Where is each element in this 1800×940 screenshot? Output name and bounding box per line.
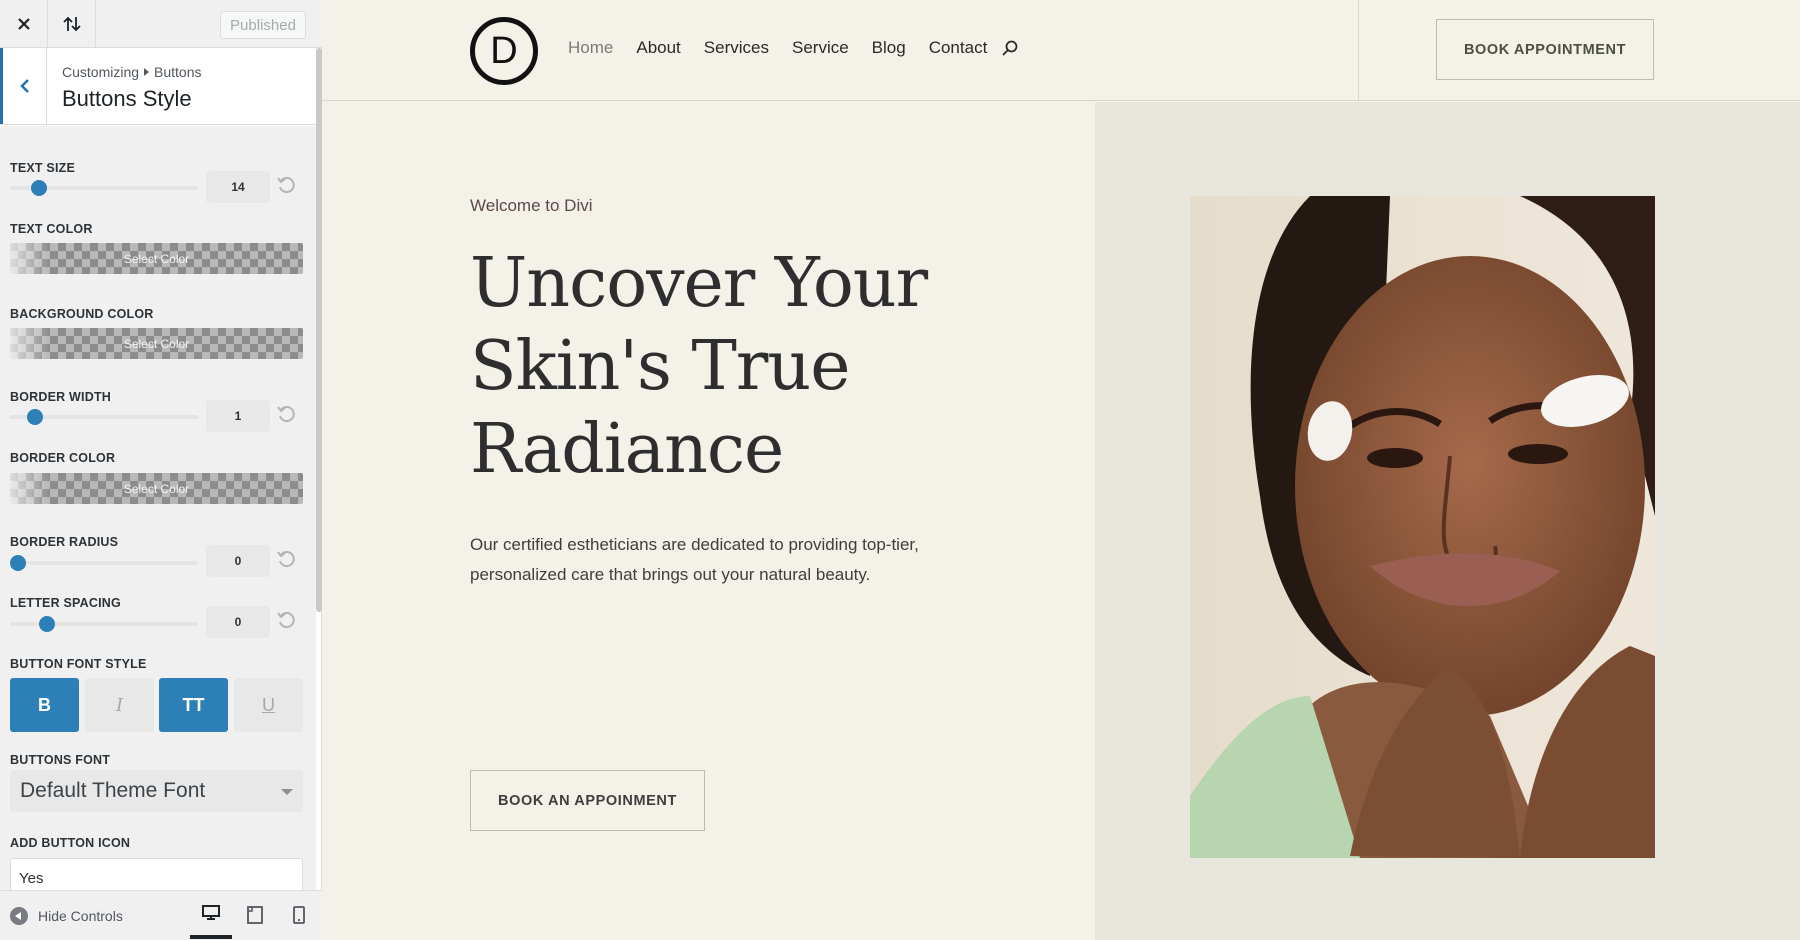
hide-controls-button[interactable]: Hide Controls (10, 907, 123, 925)
text-size-slider[interactable] (10, 180, 198, 196)
book-an-appointment-button[interactable]: BOOK AN APPOINMENT (470, 770, 705, 831)
reset-icon[interactable] (276, 610, 296, 630)
border-width-label: BORDER WIDTH (10, 390, 112, 404)
border-radius-slider-thumb[interactable] (10, 555, 26, 571)
site-logo[interactable]: D (470, 17, 538, 85)
border-radius-input[interactable]: 0 (206, 545, 270, 577)
hero-eyebrow: Welcome to Divi (470, 196, 593, 215)
uppercase-toggle[interactable]: TT (159, 678, 228, 732)
breadcrumb: Customizing Buttons (62, 64, 202, 80)
desktop-icon (202, 905, 220, 920)
background-color-label: BACKGROUND COLOR (10, 307, 154, 321)
hero-title-line: Radiance (470, 410, 784, 489)
border-radius-slider[interactable] (10, 555, 198, 571)
buttons-font-select[interactable]: Default Theme Font (10, 770, 303, 812)
section-title: Buttons Style (62, 86, 192, 111)
italic-toggle[interactable]: I (85, 678, 154, 732)
text-size-input[interactable]: 14 (206, 171, 270, 203)
hero-portrait-image (1190, 196, 1655, 858)
letter-spacing-slider[interactable] (10, 616, 198, 632)
reset-icon[interactable] (276, 404, 296, 424)
breadcrumb-root: Customizing (62, 64, 140, 80)
close-customizer-button[interactable] (0, 0, 48, 48)
customizer-panel: Published Customizing Buttons Buttons Sty… (0, 0, 322, 940)
site-header: D Home About Services Service Blog Conta… (322, 0, 1800, 101)
background-color-picker[interactable]: Select Color (10, 328, 303, 359)
hero-title: Uncover Your Skin's True Radiance (470, 242, 950, 491)
chevron-left-icon (19, 79, 29, 93)
reorder-button[interactable] (48, 0, 96, 48)
border-color-picker[interactable]: Select Color (10, 473, 303, 504)
bold-toggle[interactable]: B (10, 678, 79, 732)
breadcrumb-arrow-icon (144, 68, 150, 76)
desktop-preview-button[interactable] (190, 891, 232, 939)
hero-description-line: Our certified estheticians are dedicated… (470, 535, 919, 554)
add-button-icon-label: ADD BUTTON ICON (10, 836, 131, 850)
sort-arrows-icon (62, 16, 81, 32)
border-radius-label: BORDER RADIUS (10, 535, 119, 549)
text-color-picker-label: Select Color (123, 251, 190, 266)
letter-spacing-input[interactable]: 0 (206, 606, 270, 638)
text-size-slider-thumb[interactable] (30, 180, 47, 196)
nav-item-home[interactable]: Home (568, 38, 613, 58)
section-header: Customizing Buttons Buttons Style (0, 48, 316, 125)
nav-item-service[interactable]: Service (792, 38, 849, 58)
nav-item-contact[interactable]: Contact (929, 38, 988, 58)
site-preview: D Home About Services Service Blog Conta… (322, 0, 1800, 940)
border-width-slider-thumb[interactable] (27, 409, 44, 425)
text-color-label: TEXT COLOR (10, 222, 93, 236)
header-divider (1358, 0, 1359, 101)
letter-spacing-label: LETTER SPACING (10, 596, 121, 610)
tablet-icon (247, 906, 263, 924)
customizer-footer: Hide Controls (0, 890, 322, 940)
button-font-style-label: BUTTON FONT STYLE (10, 657, 147, 671)
reset-icon[interactable] (276, 549, 296, 569)
controls-area: TEXT SIZE 14 TEXT COLOR Select Color BAC… (0, 126, 316, 890)
underline-toggle[interactable]: U (234, 678, 303, 732)
mobile-preview-button[interactable] (278, 891, 320, 939)
caret-down-icon (281, 789, 293, 795)
letter-spacing-slider-thumb[interactable] (39, 616, 56, 632)
tablet-preview-button[interactable] (234, 891, 276, 939)
book-appointment-button[interactable]: BOOK APPOINTMENT (1436, 19, 1654, 80)
close-icon (17, 18, 30, 30)
text-size-label: TEXT SIZE (10, 161, 76, 175)
back-button[interactable] (0, 48, 47, 124)
search-icon[interactable] (1001, 39, 1019, 57)
border-color-picker-label: Select Color (123, 481, 190, 496)
buttons-font-value: Default Theme Font (20, 779, 206, 802)
hero-description-line: personalized care that brings out your n… (470, 565, 871, 584)
border-color-label: BORDER COLOR (10, 451, 116, 465)
hide-controls-label: Hide Controls (38, 908, 123, 924)
nav-item-about[interactable]: About (636, 38, 680, 58)
border-width-input[interactable]: 1 (206, 400, 270, 432)
nav-item-services[interactable]: Services (704, 38, 769, 58)
add-button-icon-select[interactable]: Yes (10, 858, 303, 890)
main-navigation: Home About Services Service Blog Contact (568, 38, 1019, 58)
publish-button[interactable]: Published (220, 11, 306, 39)
text-color-picker[interactable]: Select Color (10, 243, 303, 274)
portrait-illustration (1190, 196, 1655, 858)
background-color-picker-label: Select Color (123, 336, 190, 351)
nav-item-blog[interactable]: Blog (872, 38, 906, 58)
buttons-font-label: BUTTONS FONT (10, 753, 111, 767)
hero-title-line: Skin's True (470, 327, 850, 406)
mobile-icon (293, 906, 305, 924)
reset-icon[interactable] (276, 175, 296, 195)
breadcrumb-section: Buttons (154, 64, 202, 80)
hero-title-line: Uncover Your (470, 244, 928, 323)
hero-description: Our certified estheticians are dedicated… (470, 530, 930, 590)
customizer-topbar: Published (0, 0, 322, 48)
collapse-icon (10, 907, 28, 925)
border-width-slider[interactable] (10, 409, 198, 425)
